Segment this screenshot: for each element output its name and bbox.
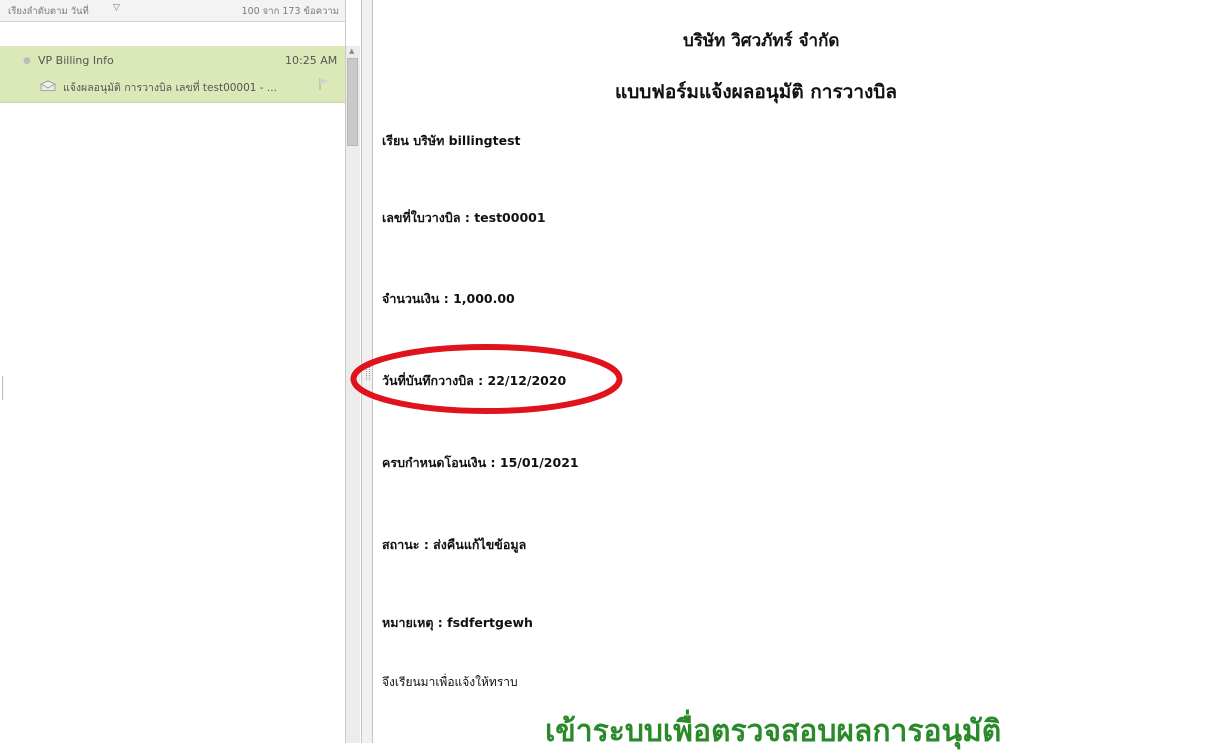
message-sender: VP Billing Info [38, 54, 114, 67]
scrollbar-thumb[interactable] [347, 58, 358, 146]
left-splitter-handle[interactable] [0, 375, 5, 401]
flag-icon[interactable] [318, 77, 330, 91]
amount-field: จำนวนเงิน : 1,000.00 [382, 291, 515, 306]
remark-field: หมายเหตุ : fsdfertgewh [382, 615, 533, 630]
read-status-icon[interactable]: ● [23, 56, 31, 66]
status-field: สถานะ : ส่งคืนแก้ไขข้อมูล [382, 537, 527, 552]
form-title: แบบฟอร์มแจ้งผลอนุมัติ การวางบิล [615, 81, 897, 103]
bill-number-field: เลขที่ใบวางบิล : test00001 [382, 210, 546, 225]
envelope-icon [40, 80, 56, 91]
message-list-pane: เรียงลำดับตาม วันที่ ▽ 100 จาก 173 ข้อคว… [0, 0, 360, 743]
message-list-scrollbar[interactable] [346, 46, 360, 743]
login-link[interactable]: เข้าระบบเพื่อตรวจสอบผลการอนุมัติ [545, 708, 1001, 755]
reading-pane: บริษัท วิศวภัทร์ จำกัด แบบฟอร์มแจ้งผลอนุ… [374, 0, 1218, 749]
sort-chevron-icon[interactable]: ▽ [113, 3, 120, 13]
recipient-line: เรียน บริษัท billingtest [382, 133, 521, 148]
scroll-up-arrow-icon[interactable]: ▲ [349, 47, 354, 55]
due-date-field: ครบกำหนดโอนเงิน : 15/01/2021 [382, 455, 579, 470]
sort-by-date-label[interactable]: เรียงลำดับตาม วันที่ [8, 4, 89, 19]
company-name: บริษัท วิศวภัทร์ จำกัด [683, 31, 840, 51]
record-date-field: วันที่บันทึกวางบิล : 22/12/2020 [382, 373, 567, 388]
closing-text: จึงเรียนมาเพื่อแจ้งให้ทราบ [382, 675, 518, 689]
reading-pane-splitter[interactable] [361, 0, 373, 743]
message-time: 10:25 AM [285, 54, 338, 67]
message-count-label: 100 จาก 173 ข้อความ [241, 6, 339, 17]
message-subject: แจ้งผลอนุมัติ การวางบิล เลขที่ test00001… [63, 82, 277, 94]
message-list-header: เรียงลำดับตาม วันที่ ▽ 100 จาก 173 ข้อคว… [0, 0, 345, 22]
